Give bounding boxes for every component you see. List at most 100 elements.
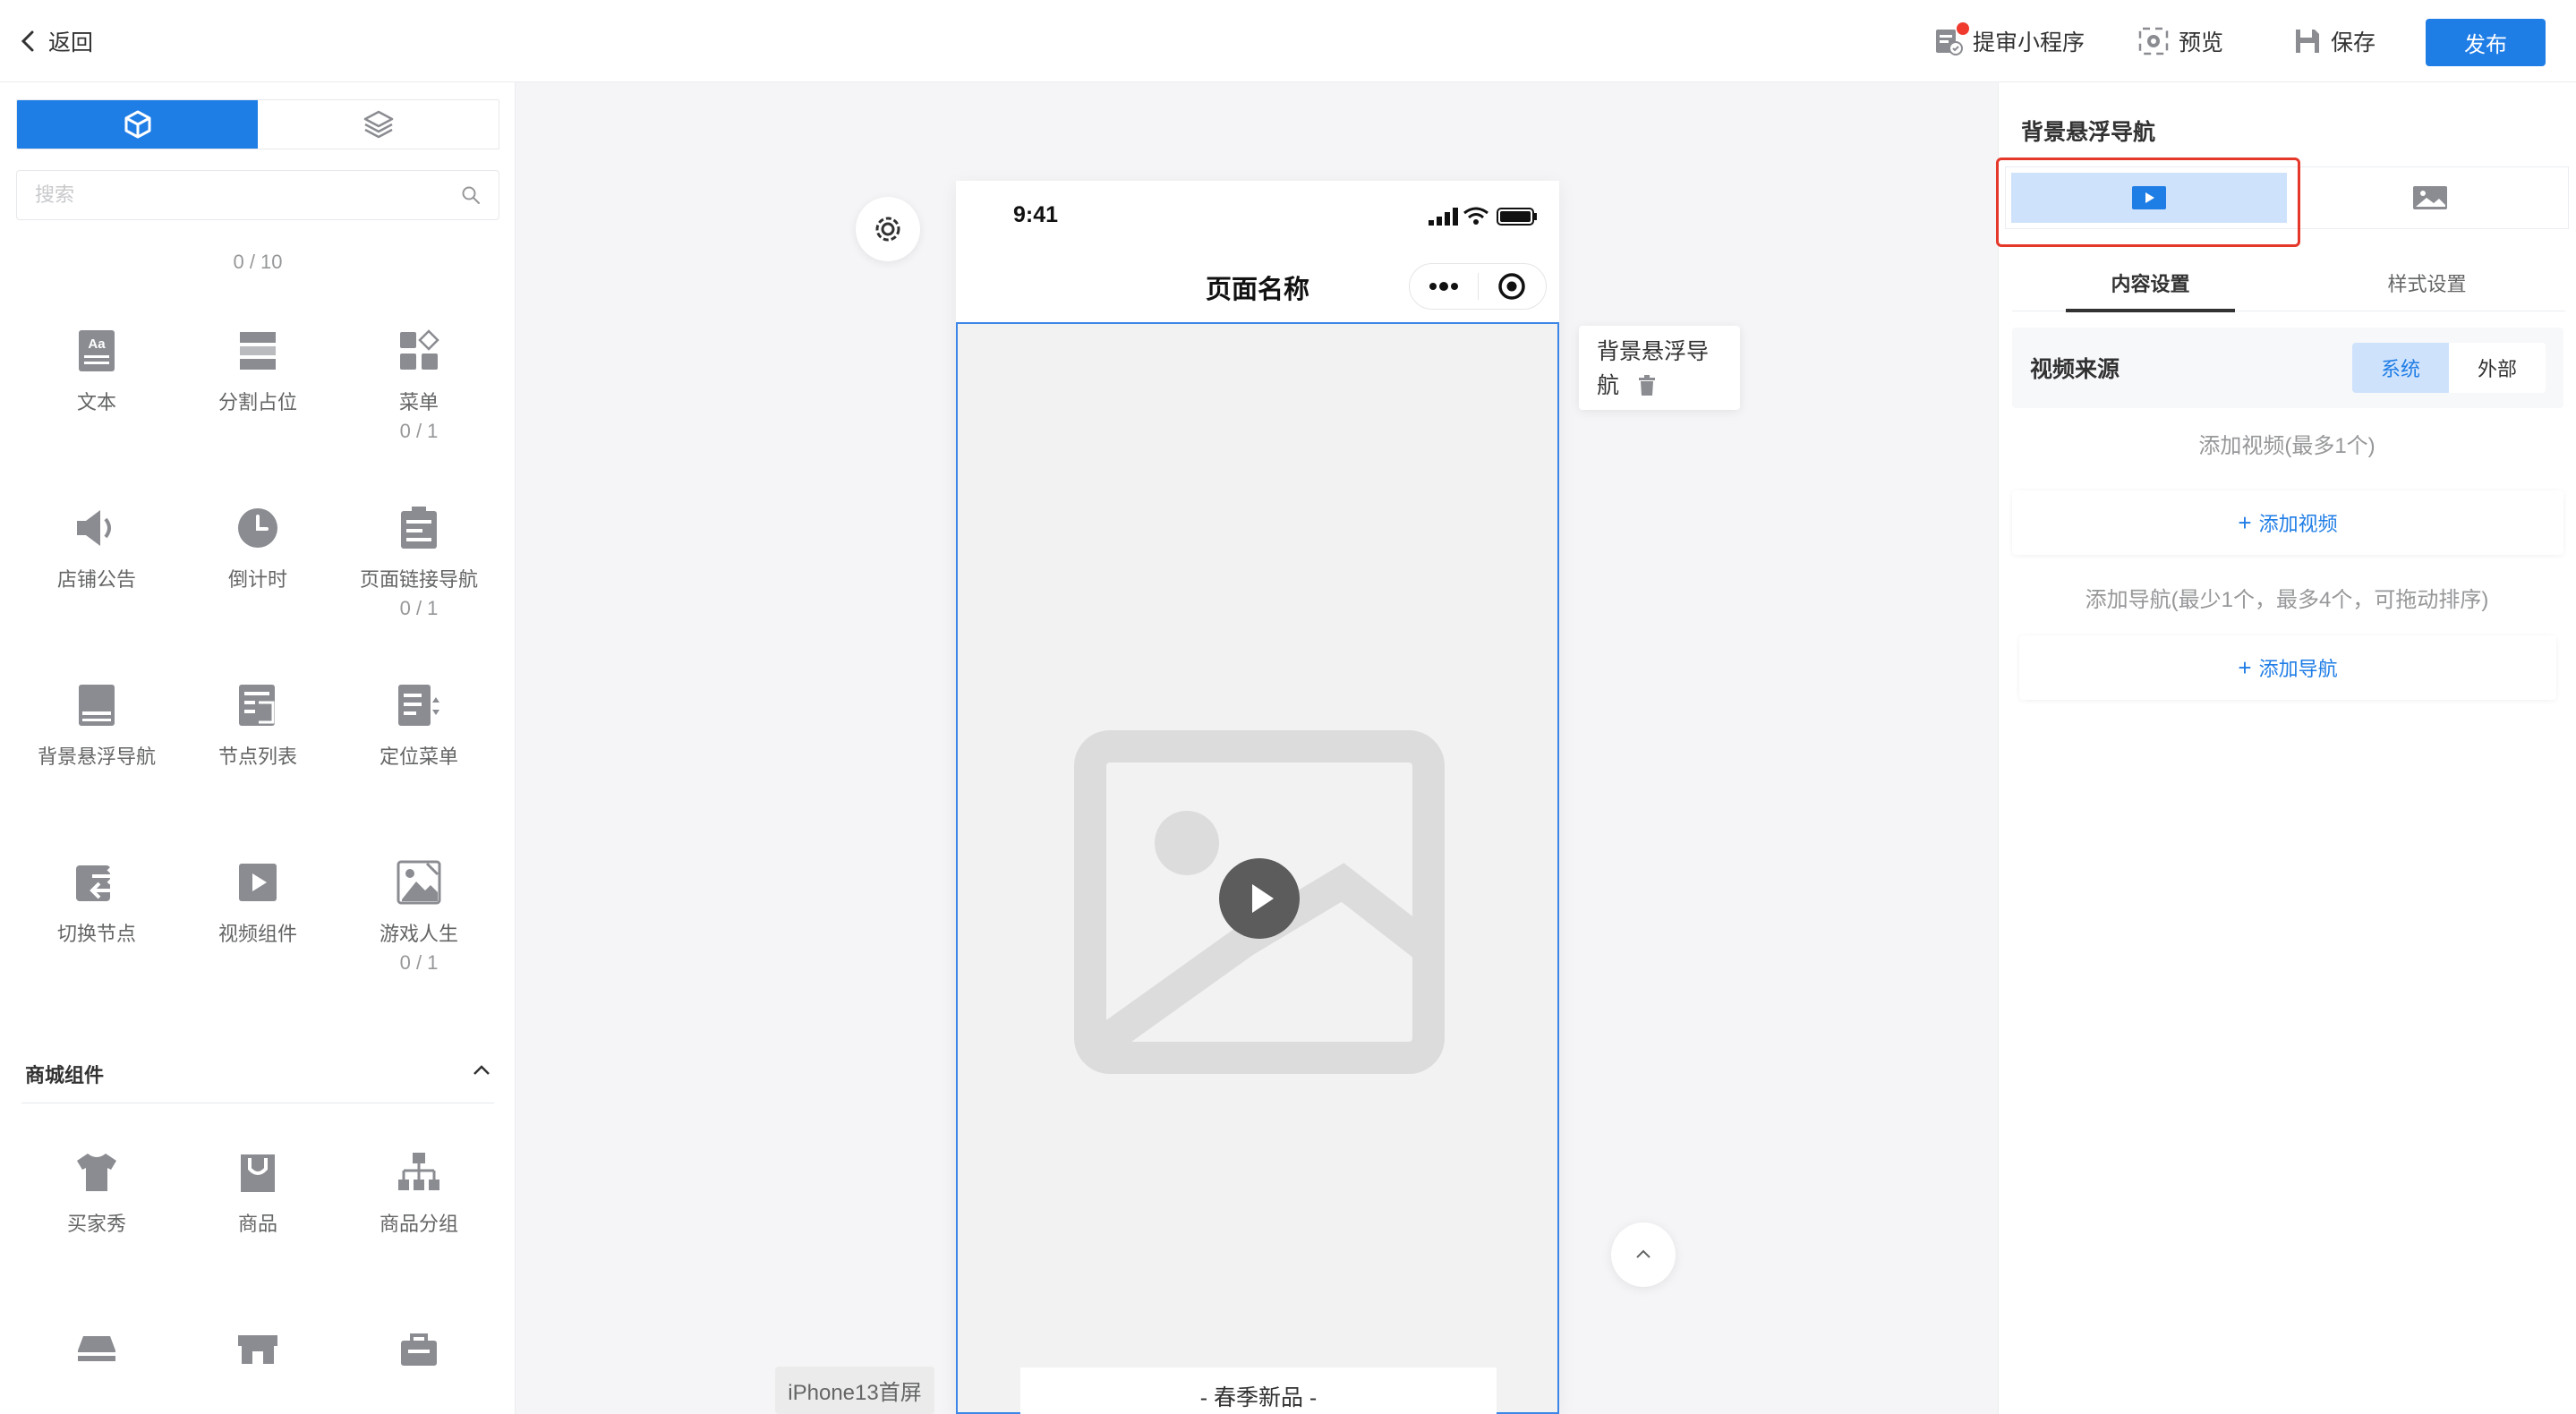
component-buyer-show[interactable]: 买家秀 xyxy=(16,1146,177,1237)
page-settings-button[interactable] xyxy=(856,197,920,261)
component-menu[interactable]: 菜单 0 / 1 xyxy=(338,324,499,447)
briefcase-icon xyxy=(338,1323,499,1376)
eye-icon xyxy=(2138,27,2169,55)
component-label: 定位菜单 xyxy=(379,745,458,768)
cube-icon xyxy=(124,110,150,139)
link-nav-icon xyxy=(338,501,499,555)
storefront-icon xyxy=(177,1323,338,1376)
miniprogram-capsule xyxy=(1409,263,1547,310)
clock-icon xyxy=(177,501,338,555)
floppy-disk-icon xyxy=(2296,30,2319,53)
search-input[interactable] xyxy=(35,183,393,207)
component-divider[interactable]: 分割占位 xyxy=(177,324,338,415)
submit-review-icon xyxy=(1933,22,1969,56)
locate-menu-icon xyxy=(338,678,499,732)
component-label: 商品 xyxy=(237,1213,277,1235)
component-label: 视频组件 xyxy=(218,923,297,945)
component-game-life[interactable]: 游戏人生 0 / 1 xyxy=(338,856,499,979)
panel-title: 背景悬浮导航 xyxy=(2021,120,2156,145)
collapse-section-button[interactable] xyxy=(471,1060,492,1086)
component-store-notice[interactable]: 店铺公告 xyxy=(16,501,177,592)
component-locate-menu[interactable]: 定位菜单 xyxy=(338,678,499,770)
component-float-label: 背景悬浮导航 xyxy=(1579,326,1740,410)
component-tile[interactable] xyxy=(338,1323,499,1376)
tab-content-settings[interactable]: 内容设置 xyxy=(2012,265,2289,312)
scroll-to-top-button[interactable] xyxy=(1611,1222,1676,1287)
publish-button[interactable]: 发布 xyxy=(2426,19,2546,66)
gear-icon xyxy=(875,217,900,242)
component-label: 倒计时 xyxy=(227,568,287,591)
play-icon[interactable] xyxy=(1218,857,1301,940)
preview-button[interactable]: 预览 xyxy=(2137,21,2223,61)
submit-label: 提审小程序 xyxy=(1973,30,2086,55)
component-product-group[interactable]: 商品分组 xyxy=(338,1146,499,1237)
save-label: 保存 xyxy=(2331,30,2376,55)
component-float-nav[interactable]: 背景悬浮导航 xyxy=(16,678,177,770)
component-label: 店铺公告 xyxy=(56,568,136,591)
video-icon xyxy=(177,856,338,909)
component-label: 切换节点 xyxy=(56,923,136,945)
component-label: 买家秀 xyxy=(66,1213,126,1235)
component-tile[interactable] xyxy=(177,1323,338,1376)
chevron-up-icon xyxy=(473,1065,490,1075)
trash-icon[interactable] xyxy=(1638,375,1656,396)
back-label: 返回 xyxy=(48,30,94,55)
video-source-label: 视频来源 xyxy=(2030,357,2120,382)
float-nav-icon xyxy=(16,678,177,732)
tab-components[interactable] xyxy=(17,100,258,149)
battery-icon xyxy=(1497,208,1538,230)
search-box xyxy=(16,170,499,220)
chevron-left-icon xyxy=(21,30,34,52)
search-icon[interactable] xyxy=(461,185,481,205)
source-external-option[interactable]: 外部 xyxy=(2449,343,2546,393)
highlight-annotation xyxy=(1996,158,2300,247)
library-mode-toggle xyxy=(16,99,499,149)
submit-miniprogram-button[interactable]: 提审小程序 xyxy=(1933,21,2085,61)
text-icon: Aa xyxy=(16,324,177,378)
page-title: 页面名称 xyxy=(1205,276,1309,304)
tab-layers[interactable] xyxy=(258,100,499,149)
publish-label: 发布 xyxy=(2464,33,2507,57)
divider-icon xyxy=(177,324,338,378)
signal-icon xyxy=(1429,208,1459,230)
tray-icon xyxy=(16,1323,177,1376)
tab-style-settings[interactable]: 样式设置 xyxy=(2289,265,2565,311)
component-product[interactable]: 商品 xyxy=(177,1146,338,1237)
node-list-icon xyxy=(177,678,338,732)
component-page-link-nav[interactable]: 页面链接导航 0 / 1 xyxy=(338,501,499,625)
video-source-row: 视频来源 系统 外部 xyxy=(2012,328,2563,408)
game-image-icon xyxy=(338,856,499,909)
component-counter: 0 / 10 xyxy=(233,251,283,273)
preview-label: 预览 xyxy=(2179,30,2224,55)
image-icon xyxy=(2413,186,2447,209)
device-tag-label: iPhone13首屏 xyxy=(788,1381,922,1405)
component-video[interactable]: 视频组件 xyxy=(177,856,338,947)
source-system-option[interactable]: 系统 xyxy=(2352,343,2449,393)
more-dots-icon[interactable] xyxy=(1410,264,1478,309)
component-label: 商品分组 xyxy=(379,1213,458,1235)
image-mode-option[interactable] xyxy=(2292,167,2568,228)
component-usage: 0 / 1 xyxy=(399,951,439,974)
component-countdown[interactable]: 倒计时 xyxy=(177,501,338,592)
status-bar-time: 9:41 xyxy=(1013,202,1059,227)
add-video-hint: 添加视频(最多1个) xyxy=(2198,434,2376,458)
plus-icon: + xyxy=(2238,509,2252,536)
speaker-icon xyxy=(16,501,177,555)
add-nav-button[interactable]: + 添加导航 xyxy=(2019,635,2556,700)
component-node-list[interactable]: 节点列表 xyxy=(177,678,338,770)
add-video-button[interactable]: + 添加视频 xyxy=(2012,490,2563,555)
add-video-label: 添加视频 xyxy=(2258,513,2338,535)
back-button[interactable]: 返回 xyxy=(20,25,93,57)
close-circle-icon[interactable] xyxy=(1479,264,1547,309)
component-usage: 0 / 1 xyxy=(399,420,439,442)
float-nav-component-preview[interactable] xyxy=(956,322,1559,1414)
video-source-toggle: 系统 外部 xyxy=(2352,343,2546,393)
component-text[interactable]: Aa 文本 xyxy=(16,324,177,415)
wifi-icon xyxy=(1463,206,1489,230)
component-tile[interactable] xyxy=(16,1323,177,1376)
component-label: 页面链接导航 xyxy=(359,568,478,591)
mall-section-title: 商城组件 xyxy=(25,1064,105,1086)
save-button[interactable]: 保存 xyxy=(2293,21,2376,61)
component-switch-node[interactable]: 切换节点 xyxy=(16,856,177,947)
switch-node-icon xyxy=(16,856,177,909)
